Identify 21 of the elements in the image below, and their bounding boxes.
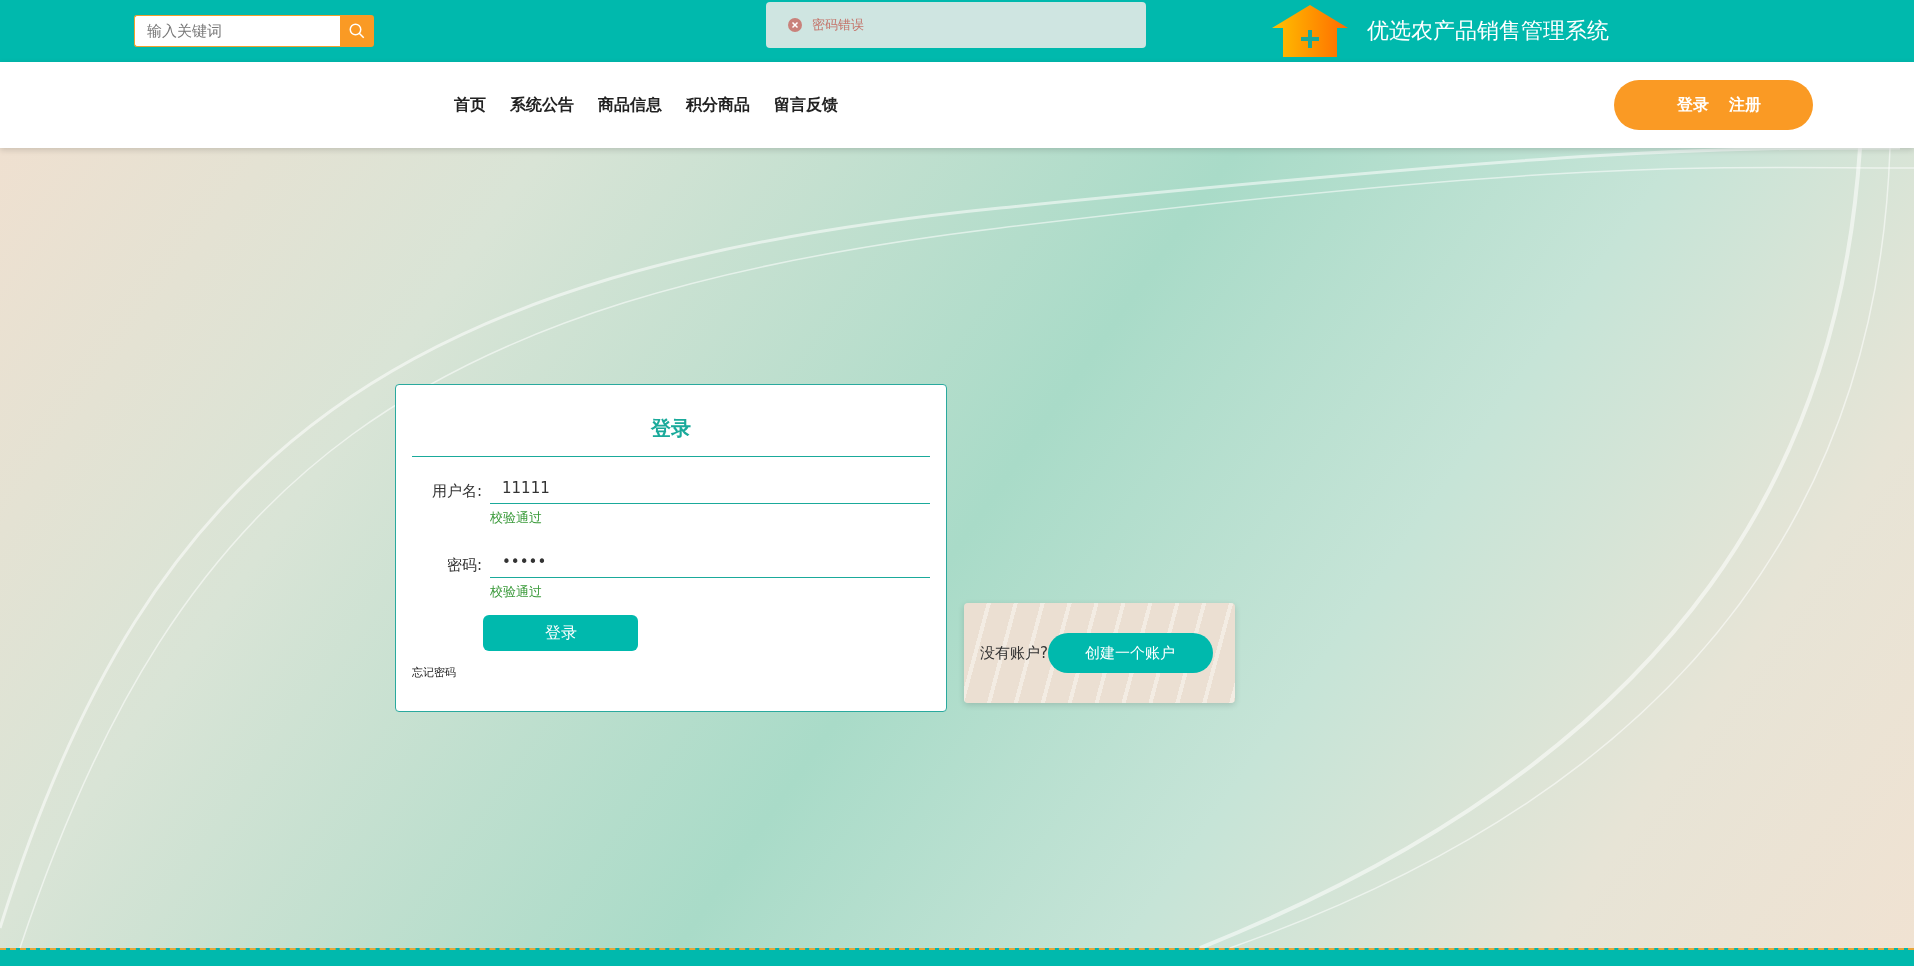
field-label: 密码:: [445, 556, 482, 576]
validation-message: 校验通过: [490, 583, 542, 601]
nav-link[interactable]: 商品信息: [598, 94, 662, 116]
nav-link[interactable]: 留言反馈: [774, 94, 838, 116]
nav-link[interactable]: 积分商品: [686, 94, 750, 116]
field-label: 用户名:: [430, 482, 482, 502]
validation-message: 校验通过: [490, 509, 542, 527]
nav-link[interactable]: 首页: [454, 94, 486, 116]
close-circle-icon: [788, 18, 802, 32]
search-button[interactable]: [340, 15, 374, 47]
toast-message: 密码错误: [812, 16, 864, 34]
house-plus-icon: [1271, 4, 1349, 58]
forgot-password-link[interactable]: 忘记密码: [412, 665, 456, 680]
nav-link[interactable]: 系统公告: [510, 94, 574, 116]
site-title: 优选农产品销售管理系统: [1367, 17, 1609, 45]
input-field[interactable]: •••••: [490, 553, 930, 578]
search-field[interactable]: 输入关键词: [134, 15, 340, 47]
input-field[interactable]: 11111: [490, 479, 930, 504]
search-icon: [348, 22, 366, 40]
signup-prompt: 没有账户?: [980, 643, 1048, 663]
login-title: 登录: [412, 415, 930, 457]
